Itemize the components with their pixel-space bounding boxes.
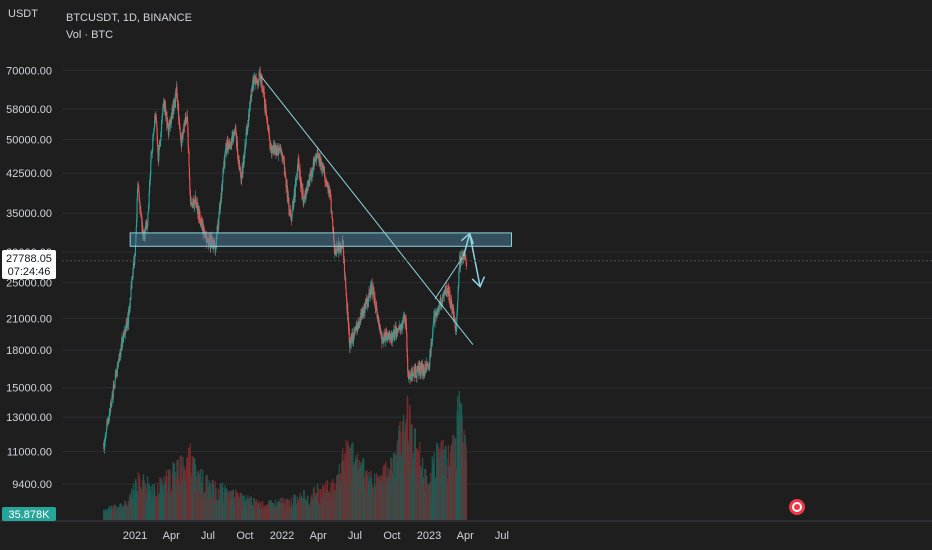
candle-body bbox=[442, 296, 445, 298]
candle-body bbox=[148, 193, 150, 207]
x-tick-label: Jul bbox=[495, 530, 509, 542]
volume-bars bbox=[102, 390, 468, 520]
time-axis[interactable]: 2021 Apr Jul Oct 2022 Apr Jul Oct 2023 Apr Jul bbox=[0, 520, 932, 550]
candle-body bbox=[266, 115, 268, 119]
support-zone[interactable] bbox=[129, 232, 513, 247]
y-tick-label: 35000.00 bbox=[6, 208, 52, 220]
candle-body bbox=[155, 116, 157, 123]
symbol-title[interactable]: BTCUSDT, 1D, BINANCE bbox=[66, 12, 192, 24]
volume-value: 35.878K bbox=[9, 509, 51, 521]
candle-body bbox=[432, 325, 434, 334]
volume-value-tag: 35.878K bbox=[2, 507, 56, 521]
y-tick-label: 9400.00 bbox=[12, 479, 52, 491]
bar-countdown: 07:24:46 bbox=[8, 266, 51, 278]
candle-body bbox=[147, 212, 149, 225]
candle-body bbox=[187, 132, 189, 148]
candle-body bbox=[371, 283, 373, 289]
candle-body bbox=[161, 119, 163, 132]
price-grid bbox=[62, 69, 932, 485]
y-tick-label: 15000.00 bbox=[6, 383, 52, 395]
volume-indicator-label[interactable]: Vol · BTC bbox=[66, 29, 113, 41]
candle-body bbox=[126, 323, 128, 328]
candle-body bbox=[266, 118, 269, 126]
candle-body bbox=[161, 114, 163, 119]
x-tick-label: Oct bbox=[383, 530, 400, 542]
y-tick-label: 25000.00 bbox=[6, 277, 52, 289]
candle-body bbox=[465, 262, 468, 267]
y-tick-label: 13000.00 bbox=[6, 412, 52, 424]
y-tick-label: 50000.00 bbox=[6, 135, 52, 147]
candle-body bbox=[298, 160, 300, 169]
candle-body bbox=[179, 127, 181, 134]
candle-body bbox=[291, 209, 293, 219]
x-tick-label: Jul bbox=[348, 530, 362, 542]
candle-body bbox=[224, 155, 226, 167]
y-tick-label: 58000.00 bbox=[6, 104, 52, 116]
candle-body bbox=[218, 217, 220, 226]
y-tick-label: 42500.00 bbox=[6, 168, 52, 180]
candle-body bbox=[248, 111, 250, 117]
candle-body bbox=[332, 218, 334, 229]
candle-body bbox=[136, 198, 138, 220]
candle-body bbox=[347, 317, 350, 330]
candle-body bbox=[343, 259, 346, 272]
y-tick-label: 18000.00 bbox=[6, 345, 52, 357]
x-tick-label: 2022 bbox=[270, 530, 294, 542]
candle-body bbox=[109, 411, 111, 415]
candle-body bbox=[444, 292, 447, 295]
x-tick-label: Apr bbox=[457, 530, 474, 542]
candlestick-series bbox=[103, 66, 468, 455]
x-tick-label: 2023 bbox=[417, 530, 441, 542]
candle-body bbox=[395, 325, 397, 327]
candle-body bbox=[134, 255, 136, 257]
y-tick-label: 21000.00 bbox=[6, 313, 52, 325]
candle-body bbox=[160, 133, 162, 141]
candle-body bbox=[431, 341, 433, 348]
news-flag-icon[interactable] bbox=[787, 497, 807, 517]
candle-body bbox=[415, 366, 417, 377]
candle-body bbox=[457, 301, 459, 310]
candle-body bbox=[176, 86, 178, 94]
candle-body bbox=[378, 323, 381, 330]
volume-bar bbox=[465, 459, 468, 520]
x-tick-label: Apr bbox=[163, 530, 180, 542]
y-tick-label: 70000.00 bbox=[6, 65, 52, 77]
x-tick-label: Jul bbox=[201, 530, 215, 542]
chart-area[interactable]: USDT BTCUSDT, 1D, BINANCE Vol · BTC 7000… bbox=[0, 0, 932, 550]
candle-body bbox=[253, 81, 255, 87]
last-price-tag: 27788.05 07:24:46 bbox=[2, 250, 56, 279]
y-tick-label: 11000.00 bbox=[7, 447, 52, 459]
x-tick-label: Oct bbox=[236, 530, 253, 542]
x-tick-label: 2021 bbox=[123, 530, 147, 542]
axis-unit-label: USDT bbox=[8, 8, 38, 20]
last-price-value: 27788.05 bbox=[6, 253, 52, 265]
x-tick-label: Apr bbox=[310, 530, 327, 542]
candle-body bbox=[188, 151, 190, 166]
candle-body bbox=[156, 122, 158, 129]
candle-body bbox=[267, 125, 269, 127]
